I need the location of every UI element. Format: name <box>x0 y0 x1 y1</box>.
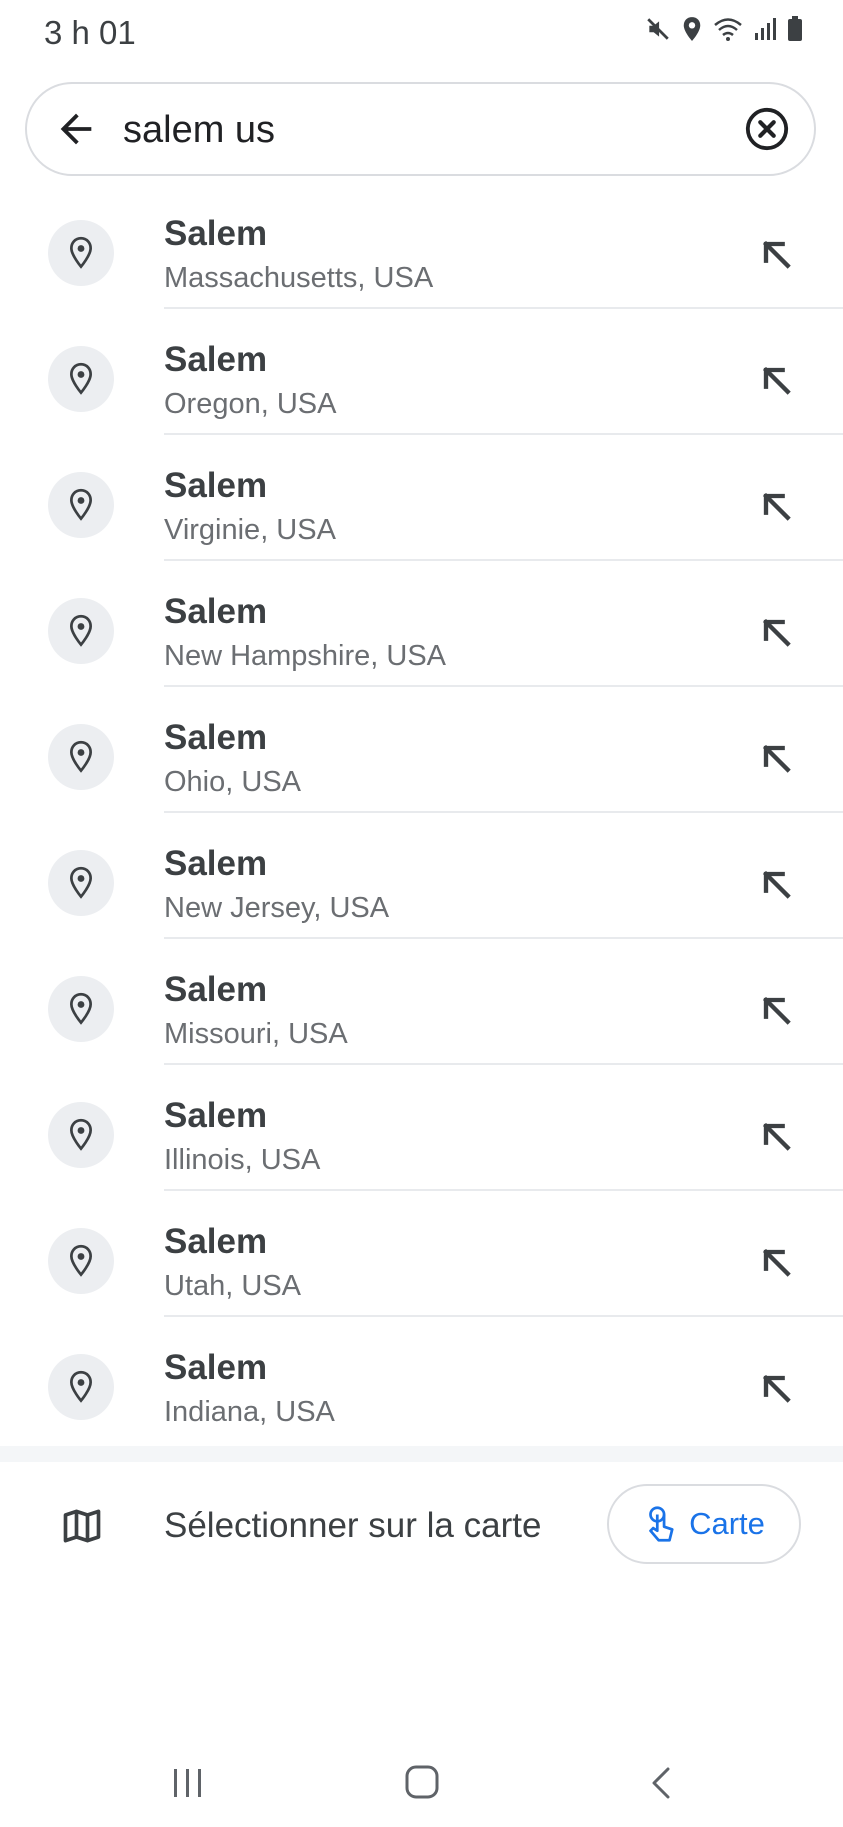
result-subtitle: Indiana, USA <box>164 1396 335 1428</box>
arrow-up-left-icon[interactable] <box>756 1116 796 1156</box>
result-row[interactable]: Salem New Hampshire, USA <box>0 561 843 687</box>
result-title: Salem <box>164 1096 268 1135</box>
result-title: Salem <box>164 844 268 883</box>
result-subtitle: New Hampshire, USA <box>164 640 447 672</box>
battery-icon <box>788 16 802 41</box>
system-navigation-bar <box>0 1740 843 1827</box>
arrow-up-left-icon[interactable] <box>756 1368 796 1408</box>
clear-circle-icon[interactable] <box>744 106 790 152</box>
place-pin-icon <box>70 1118 92 1151</box>
result-subtitle: Virginie, USA <box>164 514 336 546</box>
place-pin-badge <box>48 976 114 1042</box>
map-icon <box>63 1509 101 1543</box>
search-input[interactable] <box>123 102 723 158</box>
arrow-up-left-icon[interactable] <box>756 234 796 274</box>
result-title: Salem <box>164 1222 268 1261</box>
arrow-up-left-icon[interactable] <box>756 486 796 526</box>
arrow-up-left-icon[interactable] <box>756 1242 796 1282</box>
place-pin-icon <box>70 614 92 647</box>
result-title: Salem <box>164 1348 268 1387</box>
result-row[interactable]: Salem Missouri, USA <box>0 939 843 1065</box>
result-subtitle: Massachusetts, USA <box>164 262 434 294</box>
section-separator <box>0 1446 843 1462</box>
result-row[interactable]: Salem New Jersey, USA <box>0 813 843 939</box>
result-row[interactable]: Salem Virginie, USA <box>0 435 843 561</box>
result-subtitle: Ohio, USA <box>164 766 301 798</box>
place-pin-icon <box>70 1244 92 1277</box>
result-row[interactable]: Salem Massachusetts, USA <box>0 183 843 309</box>
mute-icon <box>647 18 669 40</box>
place-pin-badge <box>48 1354 114 1420</box>
signal-icon <box>755 18 776 40</box>
result-title: Salem <box>164 970 268 1009</box>
status-icons <box>645 16 803 42</box>
place-pin-icon <box>70 992 92 1025</box>
result-title: Salem <box>164 214 268 253</box>
touch-icon <box>649 1506 674 1542</box>
result-row[interactable]: Salem Utah, USA <box>0 1191 843 1317</box>
result-row[interactable]: Salem Ohio, USA <box>0 687 843 813</box>
place-pin-icon <box>70 236 92 269</box>
place-pin-badge <box>48 346 114 412</box>
select-on-map-label: Sélectionner sur la carte <box>164 1506 542 1545</box>
carte-button[interactable]: Carte <box>607 1484 801 1564</box>
search-bar <box>25 82 816 176</box>
recents-icon[interactable] <box>170 1766 206 1800</box>
place-pin-badge <box>48 220 114 286</box>
status-bar: 3 h 01 <box>0 0 843 70</box>
home-icon[interactable] <box>404 1764 440 1800</box>
result-subtitle: New Jersey, USA <box>164 892 390 924</box>
place-pin-badge <box>48 1102 114 1168</box>
place-pin-badge <box>48 850 114 916</box>
result-title: Salem <box>164 340 268 379</box>
result-title: Salem <box>164 466 268 505</box>
result-subtitle: Oregon, USA <box>164 388 337 420</box>
result-title: Salem <box>164 592 268 631</box>
result-row[interactable]: Salem Indiana, USA <box>0 1317 843 1443</box>
arrow-up-left-icon[interactable] <box>756 738 796 778</box>
result-subtitle: Missouri, USA <box>164 1018 348 1050</box>
place-pin-badge <box>48 472 114 538</box>
arrow-back-icon[interactable] <box>53 106 99 152</box>
wifi-icon <box>714 18 742 41</box>
status-time: 3 h 01 <box>44 14 136 51</box>
place-pin-badge <box>48 724 114 790</box>
result-row[interactable]: Salem Illinois, USA <box>0 1065 843 1191</box>
result-subtitle: Utah, USA <box>164 1270 301 1302</box>
select-on-map-row[interactable]: Sélectionner sur la carte Carte <box>0 1462 843 1590</box>
place-pin-icon <box>70 362 92 395</box>
arrow-up-left-icon[interactable] <box>756 990 796 1030</box>
place-pin-icon <box>70 1370 92 1403</box>
place-pin-icon <box>70 740 92 773</box>
back-icon[interactable] <box>648 1766 672 1800</box>
arrow-up-left-icon[interactable] <box>756 612 796 652</box>
result-subtitle: Illinois, USA <box>164 1144 321 1176</box>
carte-button-label: Carte <box>689 1506 765 1541</box>
result-title: Salem <box>164 718 268 757</box>
result-row[interactable]: Salem Oregon, USA <box>0 309 843 435</box>
search-results-list: Salem Massachusetts, USA Salem Oregon, USA S… <box>0 183 843 1443</box>
location-icon <box>683 17 701 41</box>
place-pin-icon <box>70 488 92 521</box>
place-pin-badge <box>48 1228 114 1294</box>
place-pin-icon <box>70 866 92 899</box>
place-pin-badge <box>48 598 114 664</box>
arrow-up-left-icon[interactable] <box>756 864 796 904</box>
arrow-up-left-icon[interactable] <box>756 360 796 400</box>
